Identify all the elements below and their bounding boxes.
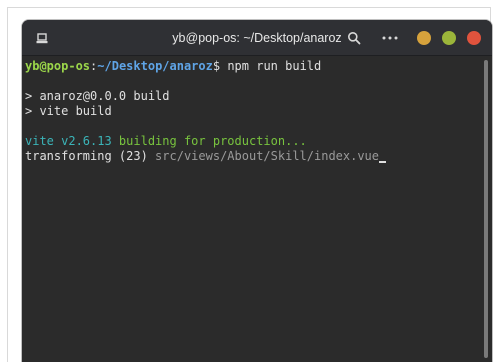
vite-status: building for production... [111, 134, 307, 148]
script-name-line: > anaroz@0.0.0 build [25, 89, 170, 103]
text-cursor [379, 161, 387, 163]
terminal-window: yb@pop-os: ~/Desktop/anaroz yb@pop-os:~/… [22, 20, 492, 362]
vite-status-line: vite v2.6.13 building for production... [25, 134, 480, 149]
prompt-command: npm run build [220, 59, 322, 73]
transform-file: src/views/About/Skill/index.vue [155, 149, 380, 163]
new-tab-icon[interactable] [36, 33, 48, 44]
prompt-line: yb@pop-os:~/Desktop/anaroz$ npm run buil… [25, 59, 480, 74]
maximize-button[interactable] [442, 31, 456, 45]
terminal-output[interactable]: yb@pop-os:~/Desktop/anaroz$ npm run buil… [22, 56, 480, 362]
minimize-button[interactable] [417, 31, 431, 45]
vite-version: vite v2.6.13 [25, 134, 112, 148]
prompt-path: ~/Desktop/anaroz [97, 59, 213, 73]
close-button[interactable] [467, 31, 481, 45]
scrollbar[interactable] [480, 56, 492, 362]
transform-line: transforming (23) src/views/About/Skill/… [25, 149, 480, 164]
scrollbar-thumb[interactable] [484, 60, 488, 358]
menu-dots-icon[interactable] [381, 35, 399, 41]
window-title: yb@pop-os: ~/Desktop/anaroz [172, 31, 342, 45]
script-command-line: > vite build [25, 104, 112, 118]
transform-label: transforming (23) [25, 149, 156, 163]
title-bar[interactable]: yb@pop-os: ~/Desktop/anaroz [22, 20, 492, 56]
prompt-user-host: yb@pop-os [25, 59, 91, 73]
search-icon[interactable] [347, 31, 361, 45]
prompt-symbol: $ [212, 59, 221, 73]
